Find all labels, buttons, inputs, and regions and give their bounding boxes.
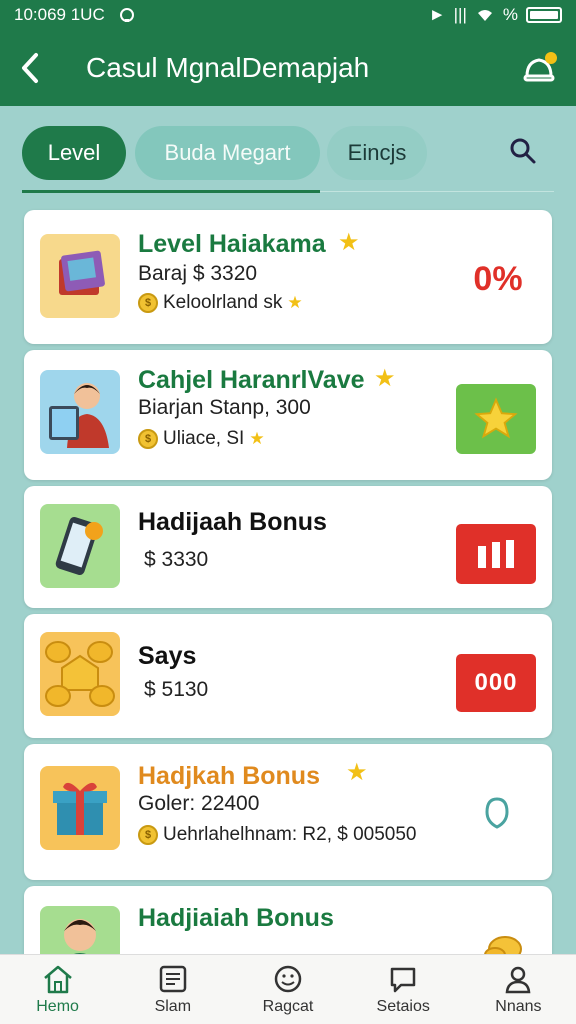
coins-icon xyxy=(40,632,120,716)
nav-slam[interactable]: Slam xyxy=(115,955,230,1024)
percent-badge: 0% xyxy=(473,259,523,298)
chat-icon xyxy=(390,967,416,992)
star-icon xyxy=(474,397,518,439)
location-pin-icon xyxy=(485,797,509,829)
app-bar: Casul MgnalDemapjah xyxy=(0,30,576,106)
coin-icon: $ xyxy=(138,429,158,449)
card-title: Says xyxy=(138,642,197,670)
nav-label: Setaios xyxy=(376,997,430,1015)
nav-home[interactable]: Hemo xyxy=(0,955,115,1024)
coin-icon: $ xyxy=(138,293,158,313)
coin-icon: $ xyxy=(138,825,158,845)
page-title: Casul MgnalDemapjah xyxy=(86,52,370,83)
person-tablet-icon xyxy=(40,370,120,454)
list-item[interactable]: Hadjkah Bonus ★ Goler: 22400 $ Uehrlahel… xyxy=(24,744,552,880)
battery-icon xyxy=(526,7,562,23)
small-star-icon: ★ xyxy=(249,429,265,448)
tab-eincjs[interactable]: Eincjs xyxy=(327,126,427,180)
nav-label: Nnans xyxy=(495,997,542,1015)
smile-icon xyxy=(274,965,302,992)
card-subtitle: Baraj $ 3320 xyxy=(138,262,258,285)
list-icon xyxy=(159,965,187,992)
chevron-left-icon xyxy=(22,53,38,83)
profile-icon xyxy=(506,966,531,993)
list-item[interactable]: Level Haiakama ★ Baraj $ 3320 $ Keloolrl… xyxy=(24,210,552,344)
phone-icon xyxy=(40,504,120,588)
list-item[interactable]: Says $ 5130 000 xyxy=(24,614,552,738)
dots-badge[interactable]: 000 xyxy=(456,654,536,712)
card-amount: $ 5130 xyxy=(144,678,209,701)
card-detail: $ Uliace, SI ★ xyxy=(138,428,265,450)
bars-badge[interactable] xyxy=(456,524,536,584)
card-subtitle: Biarjan Stanp, 300 xyxy=(138,396,311,419)
star-icon: ★ xyxy=(374,365,396,392)
wifi-icon xyxy=(477,10,492,21)
card-title: Cahjel HaranrlVave xyxy=(138,366,365,394)
small-star-icon: ★ xyxy=(287,293,303,312)
search-button[interactable] xyxy=(506,134,540,168)
nav-arrow-icon: ► xyxy=(428,5,446,24)
alarm-icon xyxy=(119,8,134,22)
tab-buda-megart[interactable]: Buda Megart xyxy=(135,126,320,180)
nav-label: Hemo xyxy=(36,997,79,1015)
card-title: Hadjiaiah Bonus xyxy=(138,904,334,932)
home-icon xyxy=(43,965,72,993)
book-icon xyxy=(40,234,120,318)
gift-icon xyxy=(40,766,120,850)
notification-icon xyxy=(523,52,557,82)
card-title: Hadijaah Bonus xyxy=(138,508,327,536)
bottom-nav: Hemo Slam Ragcat Setaios Nnans xyxy=(0,954,576,1024)
nav-label: Ragcat xyxy=(262,997,314,1015)
card-title: Level Haiakama xyxy=(138,230,326,258)
tab-indicator xyxy=(22,190,320,193)
star-icon: ★ xyxy=(338,229,360,256)
list-item[interactable]: Hadijaah Bonus $ 3330 xyxy=(24,486,552,608)
card-detail: $ Keloolrland sk ★ xyxy=(138,292,303,314)
back-button[interactable] xyxy=(0,30,60,106)
ring-badge[interactable] xyxy=(482,796,512,830)
card-title: Hadjkah Bonus xyxy=(138,762,320,790)
search-icon xyxy=(510,138,536,164)
list-item[interactable]: Cahjel HaranrlVave ★ Biarjan Stanp, 300 … xyxy=(24,350,552,480)
nav-setaios[interactable]: Setaios xyxy=(346,955,461,1024)
star-badge[interactable] xyxy=(456,384,536,454)
card-subtitle: Goler: 22400 xyxy=(138,792,260,815)
nav-nnans[interactable]: Nnans xyxy=(461,955,576,1024)
tab-level[interactable]: Level xyxy=(22,126,126,180)
nav-ragcat[interactable]: Ragcat xyxy=(230,955,345,1024)
nav-label: Slam xyxy=(154,997,192,1015)
bar-chart-icon xyxy=(478,540,514,568)
battery-percent: % xyxy=(502,5,518,24)
star-icon: ★ xyxy=(346,759,368,786)
card-amount: $ 3330 xyxy=(144,548,209,571)
status-time: 10:069 1UC xyxy=(14,5,105,24)
tab-divider xyxy=(320,191,554,192)
signal-icon: ||| xyxy=(453,5,467,24)
notification-button[interactable] xyxy=(506,30,576,106)
status-bar: 10:069 1UC ► ||| % xyxy=(0,0,576,30)
tab-bar: Level Buda Megart Eincjs xyxy=(0,106,576,198)
card-detail: $ Uehrlahelhnam: R2, $ 005050 xyxy=(138,824,417,846)
